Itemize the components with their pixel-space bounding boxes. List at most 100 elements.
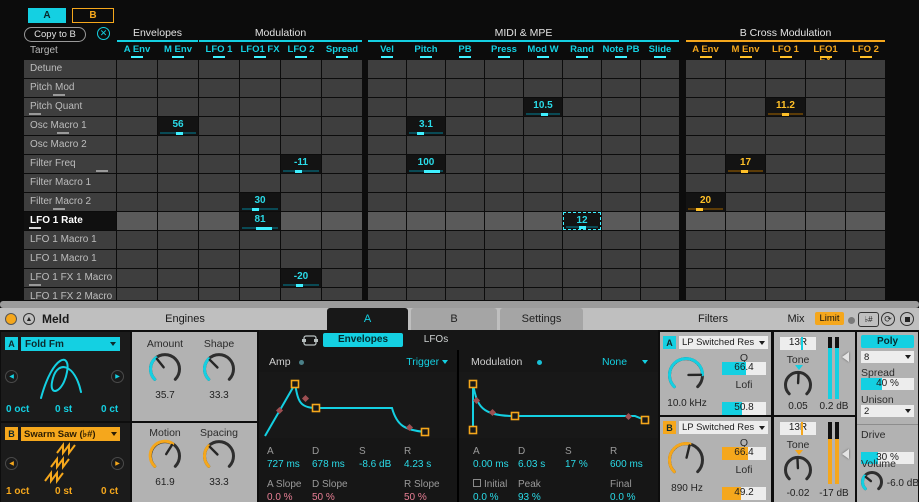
matrix-cell[interactable] bbox=[806, 231, 845, 249]
matrix-cell[interactable] bbox=[117, 174, 157, 192]
matrix-cell[interactable] bbox=[240, 250, 280, 268]
matrix-cell[interactable] bbox=[485, 98, 523, 116]
matrix-cell[interactable] bbox=[766, 117, 805, 135]
engine-b-next-icon[interactable]: ▶ bbox=[111, 457, 124, 470]
matrix-cell[interactable] bbox=[240, 155, 280, 173]
matrix-cell[interactable]: 10.5 bbox=[524, 98, 562, 116]
matrix-cell[interactable]: -11 bbox=[281, 155, 321, 173]
shape-knob[interactable] bbox=[202, 352, 236, 391]
matrix-cell[interactable] bbox=[368, 60, 406, 78]
matrix-cell[interactable] bbox=[281, 174, 321, 192]
filter-b-lofi-slider[interactable]: 49.2 bbox=[722, 487, 766, 500]
matrix-cell[interactable] bbox=[726, 136, 765, 154]
matrix-cell[interactable] bbox=[641, 212, 679, 230]
matrix-cell[interactable] bbox=[563, 60, 601, 78]
matrix-cell[interactable] bbox=[602, 136, 640, 154]
matrix-cell[interactable] bbox=[846, 136, 885, 154]
matrix-cell[interactable] bbox=[240, 174, 280, 192]
matrix-cell[interactable] bbox=[240, 269, 280, 287]
matrix-cell[interactable] bbox=[446, 231, 484, 249]
matrix-cell[interactable] bbox=[686, 212, 725, 230]
matrix-cell[interactable] bbox=[641, 288, 679, 300]
matrix-cell[interactable] bbox=[158, 250, 198, 268]
matrix-cell[interactable]: 30 bbox=[240, 193, 280, 211]
engine-b-cents[interactable]: 0 ct bbox=[101, 486, 118, 497]
matrix-cell[interactable] bbox=[322, 117, 362, 135]
matrix-cell[interactable] bbox=[806, 155, 845, 173]
tab-b[interactable]: B bbox=[411, 308, 497, 330]
matrix-cell[interactable] bbox=[846, 212, 885, 230]
matrix-cell[interactable] bbox=[158, 212, 198, 230]
mix-a-pan-box[interactable]: 13R bbox=[780, 337, 816, 350]
matrix-cell[interactable] bbox=[281, 193, 321, 211]
matrix-cell[interactable] bbox=[446, 98, 484, 116]
env-param-value[interactable]: 678 ms bbox=[312, 457, 359, 470]
matrix-cell[interactable] bbox=[641, 136, 679, 154]
matrix-cell[interactable] bbox=[446, 136, 484, 154]
matrix-cell[interactable] bbox=[368, 212, 406, 230]
matrix-cell[interactable] bbox=[158, 79, 198, 97]
initial-checkbox[interactable] bbox=[473, 479, 481, 487]
poly-mode-button[interactable]: Poly bbox=[861, 335, 914, 348]
matrix-cell[interactable] bbox=[641, 250, 679, 268]
matrix-cell[interactable] bbox=[641, 269, 679, 287]
matrix-cell[interactable] bbox=[524, 288, 562, 300]
env-param-value[interactable]: 6.03 s bbox=[518, 457, 565, 470]
matrix-cell[interactable] bbox=[240, 98, 280, 116]
matrix-cell[interactable] bbox=[563, 250, 601, 268]
mix-b-pan-box[interactable]: 13R bbox=[780, 422, 816, 435]
matrix-cell[interactable] bbox=[686, 60, 725, 78]
envelope-link-icon[interactable] bbox=[301, 334, 319, 347]
matrix-cell[interactable] bbox=[686, 231, 725, 249]
matrix-cell[interactable] bbox=[726, 79, 765, 97]
matrix-cell[interactable] bbox=[281, 288, 321, 300]
matrix-cell[interactable] bbox=[158, 193, 198, 211]
matrix-cell[interactable] bbox=[199, 79, 239, 97]
matrix-cell[interactable] bbox=[407, 269, 445, 287]
engine-a-semitones[interactable]: 0 st bbox=[55, 404, 72, 415]
limit-button[interactable]: Limit bbox=[815, 312, 844, 325]
matrix-cell[interactable] bbox=[158, 136, 198, 154]
matrix-cell[interactable] bbox=[766, 269, 805, 287]
matrix-cell[interactable] bbox=[766, 79, 805, 97]
matrix-cell[interactable] bbox=[158, 269, 198, 287]
matrix-cell[interactable] bbox=[446, 117, 484, 135]
matrix-cell[interactable] bbox=[806, 250, 845, 268]
matrix-cell[interactable] bbox=[368, 174, 406, 192]
matrix-cell[interactable] bbox=[368, 117, 406, 135]
matrix-cell[interactable] bbox=[686, 136, 725, 154]
matrix-cell[interactable] bbox=[199, 193, 239, 211]
matrix-cell[interactable] bbox=[407, 193, 445, 211]
matrix-cell[interactable] bbox=[641, 231, 679, 249]
matrix-cell[interactable]: 81 bbox=[240, 212, 280, 230]
matrix-cell[interactable] bbox=[806, 117, 845, 135]
fold-device-icon[interactable]: ▲ bbox=[23, 313, 35, 325]
env-param-value[interactable]: 17 % bbox=[565, 457, 610, 470]
matrix-cell[interactable] bbox=[240, 117, 280, 135]
matrix-cell[interactable] bbox=[563, 269, 601, 287]
matrix-cell[interactable] bbox=[602, 250, 640, 268]
matrix-cell[interactable]: 100 bbox=[407, 155, 445, 173]
matrix-cell[interactable] bbox=[407, 174, 445, 192]
matrix-cell[interactable] bbox=[641, 174, 679, 192]
matrix-cell[interactable] bbox=[368, 155, 406, 173]
matrix-cell[interactable] bbox=[281, 98, 321, 116]
matrix-cell[interactable] bbox=[766, 250, 805, 268]
matrix-cell[interactable]: 20 bbox=[686, 193, 725, 211]
filter-a-lofi-slider[interactable]: 50.8 bbox=[722, 402, 766, 415]
matrix-cell[interactable] bbox=[199, 212, 239, 230]
matrix-cell[interactable] bbox=[641, 79, 679, 97]
matrix-cell[interactable] bbox=[524, 174, 562, 192]
matrix-cell[interactable] bbox=[446, 288, 484, 300]
matrix-cell[interactable] bbox=[846, 117, 885, 135]
matrix-cell[interactable] bbox=[563, 117, 601, 135]
matrix-cell[interactable] bbox=[322, 269, 362, 287]
matrix-cell[interactable] bbox=[485, 136, 523, 154]
matrix-cell[interactable] bbox=[726, 193, 765, 211]
matrix-cell[interactable] bbox=[158, 60, 198, 78]
matrix-cell[interactable] bbox=[322, 60, 362, 78]
engine-b-semitones[interactable]: 0 st bbox=[55, 486, 72, 497]
matrix-cell[interactable] bbox=[485, 155, 523, 173]
matrix-cell[interactable] bbox=[602, 269, 640, 287]
matrix-cell[interactable] bbox=[602, 174, 640, 192]
